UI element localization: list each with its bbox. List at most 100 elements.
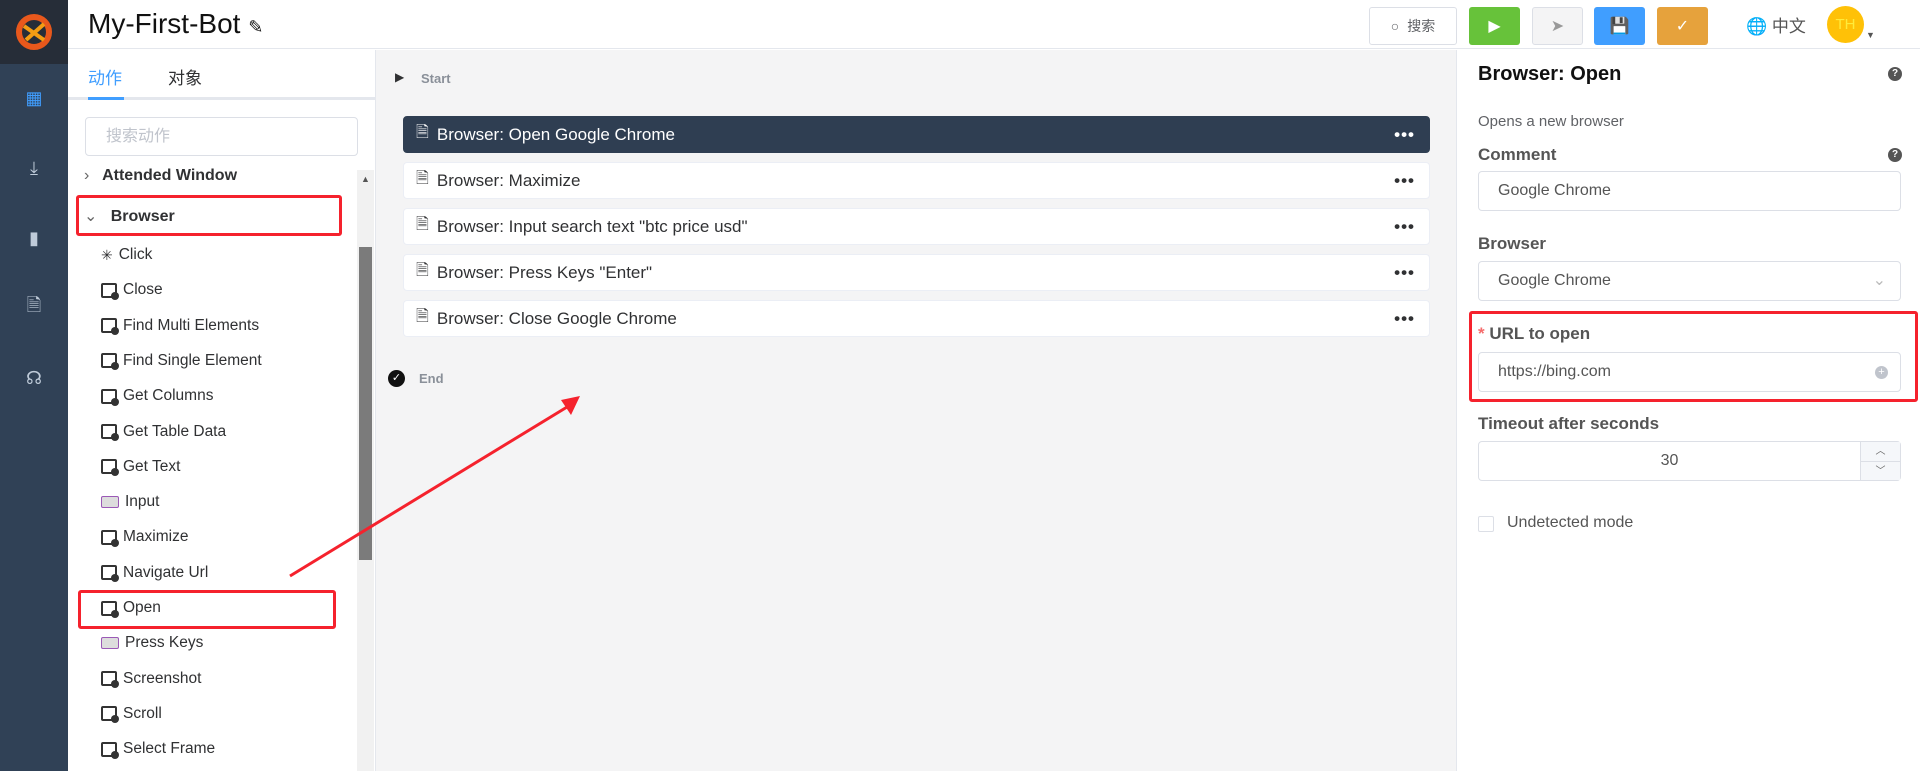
properties-panel: Browser: Open ? Opens a new browser Comm…	[1456, 50, 1920, 771]
action-item[interactable]: Maximize	[101, 522, 188, 552]
more-options-icon[interactable]: •••	[1394, 263, 1415, 283]
document-icon: 🗎	[416, 262, 429, 279]
window-icon	[101, 671, 119, 689]
edit-pencil-icon[interactable]: ✎	[248, 17, 263, 37]
caret-down-icon[interactable]: ▼	[1866, 30, 1875, 40]
play-icon: ▶	[1488, 18, 1501, 35]
more-options-icon[interactable]: •••	[1394, 125, 1415, 145]
search-button[interactable]: ○ 搜索	[1369, 7, 1457, 45]
step-label: Browser: Press Keys "Enter"	[436, 262, 653, 282]
add-variable-icon[interactable]: +	[1875, 366, 1888, 379]
scrollbar[interactable]: ▲	[357, 170, 374, 771]
action-item-label: Select Frame	[123, 740, 216, 758]
chevron-right-icon: ›	[84, 167, 90, 184]
action-item[interactable]: Get Table Data	[101, 417, 226, 447]
action-item[interactable]: ✳ Click	[101, 240, 152, 270]
action-item-label: Maximize	[123, 528, 189, 546]
more-options-icon[interactable]: •••	[1394, 217, 1415, 237]
tab-actions[interactable]: 动作	[88, 64, 122, 89]
undetected-mode-checkbox[interactable]	[1478, 516, 1494, 532]
url-label: * URL to open	[1478, 324, 1590, 344]
save-icon: 💾	[1609, 18, 1630, 35]
action-item[interactable]: Screenshot	[101, 664, 201, 694]
browser-select[interactable]: Google Chrome ⌄	[1478, 261, 1901, 301]
bot-title-text: My-First-Bot	[88, 8, 241, 39]
send-button[interactable]: ➤	[1532, 7, 1583, 45]
chevron-down-icon: ⌄	[84, 208, 98, 225]
dashboard-icon[interactable]: ▦	[0, 78, 68, 118]
flow-step[interactable]: 🗎 Browser: Open Google Chrome •••	[403, 116, 1430, 153]
properties-title: Browser: Open	[1478, 63, 1622, 85]
action-item[interactable]: Scroll	[101, 699, 162, 729]
action-item[interactable]: Find Multi Elements	[101, 311, 259, 341]
action-item-label: Scroll	[123, 704, 162, 722]
scroll-up-icon[interactable]: ▲	[361, 174, 370, 184]
download-icon[interactable]: ⤓	[0, 148, 68, 188]
publish-button[interactable]: ✓	[1657, 7, 1708, 45]
bot-title: My-First-Bot ✎	[88, 8, 263, 40]
action-item-label: Input	[125, 493, 160, 511]
group-browser[interactable]: ⌄ Browser	[84, 206, 175, 226]
run-button[interactable]: ▶	[1469, 7, 1520, 45]
action-item[interactable]: Press Keys	[101, 628, 203, 658]
document-icon[interactable]: 🗎	[0, 288, 68, 328]
language-switch[interactable]: 🌐 中文	[1746, 12, 1806, 37]
flow-step[interactable]: 🗎 Browser: Close Google Chrome •••	[403, 300, 1430, 337]
timeout-stepper[interactable]: ︿ ﹀	[1860, 442, 1900, 480]
action-item-label: Screenshot	[123, 669, 202, 687]
comment-help-icon[interactable]: ?	[1888, 148, 1902, 162]
action-item[interactable]: Get Text	[101, 452, 180, 482]
more-options-icon[interactable]: •••	[1394, 309, 1415, 329]
headset-icon[interactable]: ☊	[0, 358, 68, 398]
decrement-icon[interactable]: ﹀	[1861, 462, 1900, 481]
timeout-input[interactable]: 30 ︿ ﹀	[1478, 441, 1901, 481]
url-input[interactable]: https://bing.com +	[1478, 352, 1901, 392]
document-icon: 🗎	[416, 124, 429, 141]
action-item-label: Get Table Data	[123, 422, 227, 440]
search-icon: ○	[1390, 18, 1400, 34]
action-item-label: Close	[123, 281, 163, 299]
action-item-label: Find Single Element	[123, 351, 262, 369]
action-description: Opens a new browser	[1478, 113, 1624, 130]
flow-canvas: ▶ Start 🗎 Browser: Open Google Chrome ••• 🗎…	[376, 50, 1456, 771]
document-icon: 🗎	[416, 308, 429, 325]
comment-textarea[interactable]: Google Chrome	[1478, 171, 1901, 211]
flow-step[interactable]: 🗎 Browser: Press Keys "Enter" •••	[403, 254, 1430, 291]
action-item[interactable]: Close	[101, 275, 163, 305]
send-icon: ➤	[1550, 18, 1565, 35]
scrollbar-thumb[interactable]	[359, 247, 372, 560]
flow-step[interactable]: 🗎 Browser: Input search text "btc price u…	[403, 208, 1430, 245]
more-options-icon[interactable]: •••	[1394, 171, 1415, 191]
action-item-label: Navigate Url	[123, 563, 209, 581]
increment-icon[interactable]: ︿	[1861, 442, 1900, 462]
flow-step[interactable]: 🗎 Browser: Maximize •••	[403, 162, 1430, 199]
browser-select-value: Google Chrome	[1498, 272, 1611, 289]
save-button[interactable]: 💾	[1594, 7, 1645, 45]
action-item[interactable]: Navigate Url	[101, 558, 208, 588]
chart-icon[interactable]: ▮	[0, 218, 68, 258]
document-icon: 🗎	[416, 170, 429, 187]
keyboard-icon	[101, 637, 119, 650]
window-icon	[101, 529, 119, 547]
browser-label: Browser	[1478, 234, 1547, 253]
action-item[interactable]: Get Columns	[101, 381, 213, 411]
step-label: Browser: Close Google Chrome	[436, 308, 677, 328]
app-logo[interactable]	[0, 0, 68, 64]
step-label: Browser: Open Google Chrome	[436, 124, 675, 144]
help-icon[interactable]: ?	[1888, 67, 1902, 81]
search-label: 搜索	[1407, 18, 1436, 34]
group-attended-window[interactable]: › Attended Window	[84, 167, 237, 185]
step-label: Browser: Maximize	[436, 170, 581, 190]
start-label: Start	[421, 71, 451, 86]
action-item[interactable]: Find Single Element	[101, 346, 262, 376]
search-actions-input[interactable]: 搜索动作	[85, 117, 358, 156]
action-item[interactable]: Select Frame	[101, 734, 215, 764]
language-label: 中文	[1771, 17, 1806, 36]
timeout-label: Timeout after seconds	[1478, 414, 1660, 433]
tab-objects[interactable]: 对象	[168, 64, 202, 89]
required-asterisk: *	[1478, 324, 1485, 343]
avatar[interactable]: TH	[1827, 6, 1864, 43]
window-icon	[101, 353, 119, 371]
window-icon	[101, 388, 119, 406]
action-item[interactable]: Input	[101, 487, 159, 517]
